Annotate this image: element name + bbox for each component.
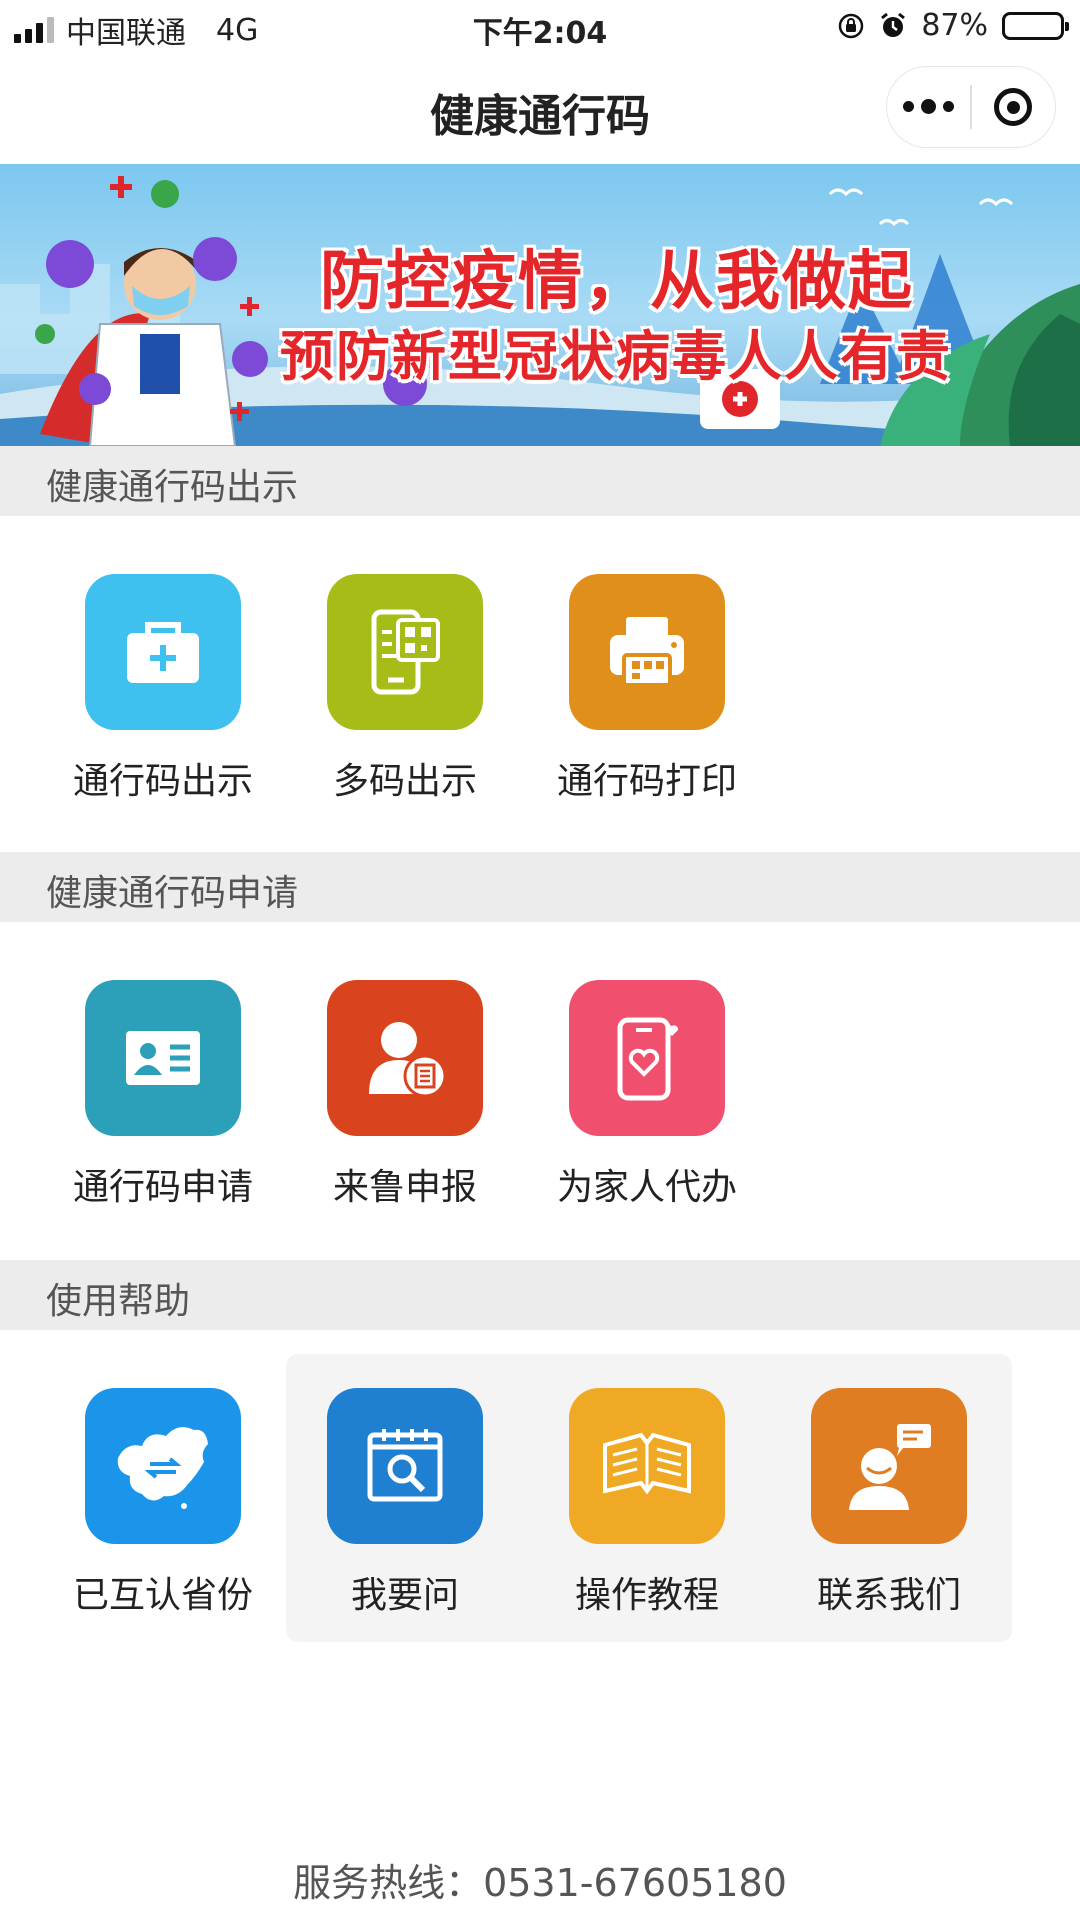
item-label: 通行码出示	[72, 761, 253, 802]
calendar-search-icon	[367, 1429, 443, 1502]
item-label: 通行码申请	[72, 1167, 253, 1208]
tile	[569, 980, 725, 1136]
battery-percent: 87%	[921, 8, 988, 43]
item-label: 我要问	[350, 1575, 459, 1616]
tile	[327, 574, 483, 730]
section-header-show: 健康通行码出示	[0, 446, 1080, 516]
status-bar: 中国联通 4G 下午2:04 87%	[0, 0, 1080, 54]
nav-bar: 健康通行码	[0, 54, 1080, 164]
printer-icon	[610, 617, 684, 687]
item-label: 来鲁申报	[332, 1167, 477, 1208]
banner-headline: 防控疫情，从我做起	[320, 245, 914, 319]
menu-item-pass-code-apply[interactable]: 通行码申请	[42, 980, 284, 1210]
tile	[327, 980, 483, 1136]
menu-item-mutual-provinces[interactable]: 已互认省份	[42, 1388, 284, 1618]
rotation-lock-icon	[839, 13, 864, 38]
section-title: 使用帮助	[46, 1281, 191, 1322]
item-label: 联系我们	[816, 1575, 961, 1616]
medical-kit-icon	[127, 622, 199, 683]
service-hotline: 服务热线：0531-67605180	[293, 1861, 787, 1905]
item-label: 多码出示	[332, 761, 477, 802]
battery-icon	[1002, 11, 1069, 40]
item-label: 为家人代办	[556, 1167, 737, 1208]
tile	[85, 980, 241, 1136]
item-label: 操作教程	[574, 1575, 719, 1616]
phone-qr-icon	[371, 609, 440, 695]
item-label: 已互认省份	[72, 1575, 253, 1616]
alarm-icon	[881, 12, 906, 37]
tile	[327, 1388, 483, 1544]
section-title: 健康通行码申请	[46, 873, 299, 914]
mini-program-capsule	[886, 66, 1056, 148]
tile	[569, 574, 725, 730]
menu-item-family-proxy[interactable]: 为家人代办	[526, 980, 768, 1210]
menu-item-tutorial[interactable]: 操作教程	[526, 1388, 768, 1618]
section-header-help: 使用帮助	[0, 1260, 1080, 1330]
menu-item-code-print[interactable]: 通行码打印	[526, 574, 768, 804]
open-book-icon	[603, 1432, 691, 1495]
banner[interactable]: 防控疫情，从我做起 预防新型冠状病毒人人有责	[0, 164, 1080, 446]
banner-subheadline: 预防新型冠状病毒人人有责	[280, 325, 952, 388]
china-map-icon	[117, 1427, 208, 1509]
section-header-apply: 健康通行码申请	[0, 852, 1080, 922]
tile	[85, 1388, 241, 1544]
menu-item-shandong-report[interactable]: 来鲁申报	[284, 980, 526, 1210]
menu-item-pass-code-show[interactable]: 通行码出示	[42, 574, 284, 804]
item-label: 通行码打印	[556, 761, 737, 802]
close-button[interactable]	[972, 88, 1055, 126]
tile	[811, 1388, 967, 1544]
target-icon	[994, 88, 1033, 126]
phone-heart-icon	[617, 1017, 679, 1101]
menu-item-ask[interactable]: 我要问	[284, 1388, 526, 1618]
menu-item-multi-code[interactable]: 多码出示	[284, 574, 526, 804]
tile	[569, 1388, 725, 1544]
id-card-icon	[126, 1031, 200, 1085]
section-title: 健康通行码出示	[46, 467, 299, 508]
menu-item-contact-us[interactable]: 联系我们	[768, 1388, 1010, 1618]
tile	[85, 574, 241, 730]
user-report-icon	[369, 1022, 447, 1098]
contact-chat-icon	[849, 1424, 931, 1510]
more-dots-icon[interactable]	[887, 98, 970, 114]
